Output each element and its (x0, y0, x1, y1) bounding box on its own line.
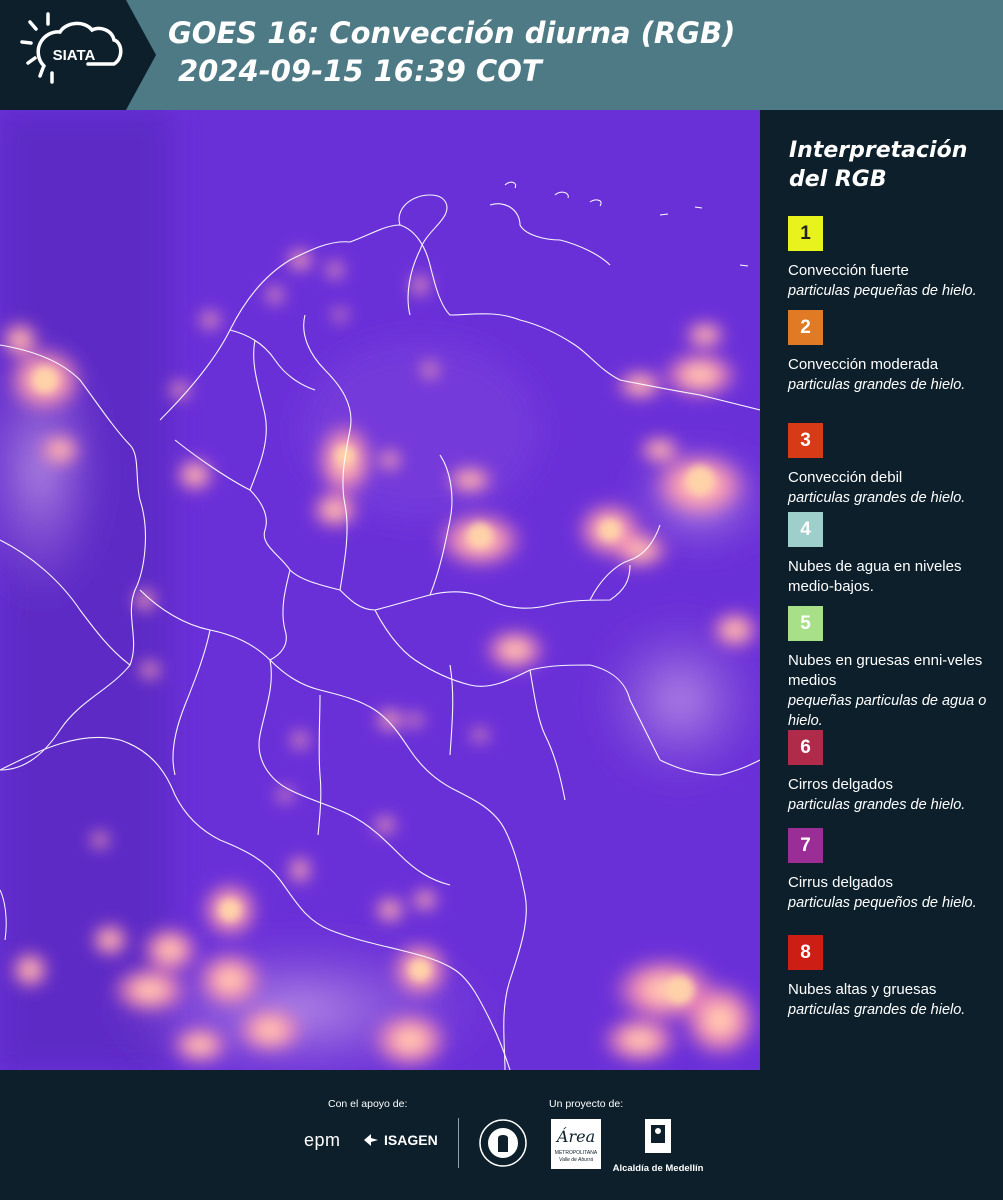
legend-swatch: 4 (788, 512, 823, 547)
legend-sublabel: particulas grandes de hielo. (788, 797, 966, 813)
legend-label: Cirrus delgados (788, 874, 894, 891)
header-bar: SIATA GOES 16: Convección diurna (RGB) 2… (0, 0, 1003, 110)
legend-item: 3 Convección debil particulas grandes de h… (788, 423, 998, 508)
area-metropolitana-logo: Área METROPOLITANA Valle de Aburrá (551, 1119, 601, 1169)
legend-swatch: 7 (788, 828, 823, 863)
legend-swatch: 5 (788, 606, 823, 641)
support-label: Con el apoyo de: (328, 1098, 408, 1110)
legend-swatch: 2 (788, 310, 823, 345)
isagen-logo: ISAGEN (362, 1132, 438, 1148)
legend-sublabel: particulas pequeños de hielo. (788, 895, 977, 911)
legend-sublabel: particulas pequeñas de hielo. (788, 283, 977, 299)
legend-item: 6 Cirros delgados particulas grandes de hi… (788, 730, 998, 815)
legend-title-line-2: del RGB (789, 167, 887, 192)
legend-label: Nubes altas y gruesas (788, 981, 937, 998)
legend-label: Nubes en gruesas enni-veles medios (788, 652, 983, 689)
legend-sublabel: pequeñas particulas de agua o hielo. (788, 693, 987, 729)
legend-label: Nubes de agua en niveles medio-bajos. (788, 558, 962, 595)
legend-label: Convección fuerte (788, 262, 909, 279)
legend-swatch: 1 (788, 216, 823, 251)
medellin-shield-icon (645, 1119, 671, 1153)
area-logo-sub2: Valle de Aburrá (559, 1157, 593, 1163)
legend-item: 4 Nubes de agua en niveles medio-bajos. (788, 512, 998, 597)
isagen-mark-icon (364, 1134, 378, 1146)
legend-panel: Interpretación del RGB 1 Convección fuert… (760, 110, 1003, 1070)
legend-label: Convección moderada (788, 356, 939, 373)
title-line-1: GOES 16: Convección diurna (RGB) (168, 16, 736, 50)
legend-swatch: 8 (788, 935, 823, 970)
page-title: GOES 16: Convección diurna (RGB) 2024-09… (168, 14, 735, 90)
legend-swatch: 6 (788, 730, 823, 765)
legend-item: 1 Convección fuerte particulas pequeñas de… (788, 216, 998, 301)
legend-title-line-1: Interpretación (789, 138, 968, 163)
legend-item: 2 Convección moderada particulas grandes d… (788, 310, 998, 395)
legend-title: Interpretación del RGB (789, 136, 994, 194)
legend-sublabel: particulas grandes de hielo. (788, 1002, 966, 1018)
alcaldia-logo-text: Alcaldía de Medellín (612, 1163, 704, 1174)
legend-sublabel: particulas grandes de hielo. (788, 377, 966, 393)
legend-item: 8 Nubes altas y gruesas particulas grandes… (788, 935, 998, 1020)
title-line-2: 2024-09-15 16:39 COT (178, 54, 542, 88)
legend-label: Convección debil (788, 469, 903, 486)
isagen-logo-text: ISAGEN (384, 1132, 438, 1148)
siata-logo: SIATA (0, 0, 158, 110)
area-logo-sub1: METROPOLITANA (555, 1150, 598, 1156)
legend-sublabel: particulas grandes de hielo. (788, 490, 966, 506)
siata-logo-text: SIATA (53, 47, 96, 64)
project-label: Un proyecto de: (549, 1098, 624, 1110)
satellite-map[interactable] (0, 110, 760, 1070)
footer: Con el apoyo de: Un proyecto de: epm ISA… (0, 1070, 1003, 1200)
legend-swatch: 3 (788, 423, 823, 458)
legend-label: Cirros delgados (788, 776, 894, 793)
epm-logo: epm (304, 1130, 341, 1150)
footer-divider (458, 1118, 459, 1168)
legend-item: 7 Cirrus delgados particulas pequeños de h… (788, 828, 998, 913)
seal-logo-icon (479, 1119, 527, 1167)
area-logo-text: Área (555, 1126, 595, 1146)
legend-item: 5 Nubes en gruesas enni-veles medios peque… (788, 606, 998, 731)
alcaldia-logo: Alcaldía de Medellín (612, 1117, 704, 1174)
